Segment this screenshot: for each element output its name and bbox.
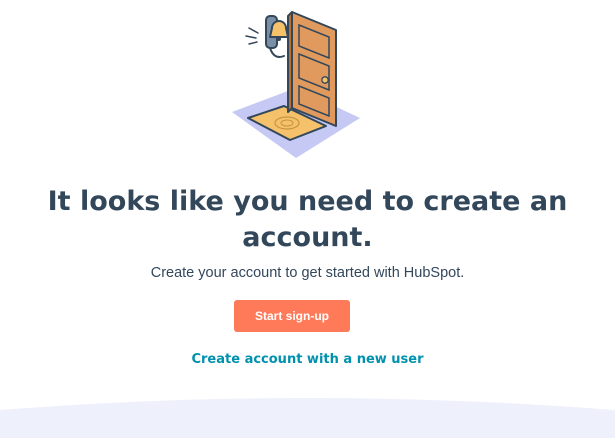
page-subtitle: Create your account to get started with … (150, 265, 465, 281)
door-illustration (232, 11, 360, 158)
doorbell-icon (245, 15, 289, 58)
page-title: It looks like you need to create an acco… (47, 186, 568, 253)
create-account-new-user-link[interactable]: Create account with a new user (0, 351, 615, 369)
footer-wave (0, 398, 615, 438)
door-icon (287, 11, 337, 127)
start-sign-up-button[interactable]: Start sign-up (234, 300, 350, 332)
